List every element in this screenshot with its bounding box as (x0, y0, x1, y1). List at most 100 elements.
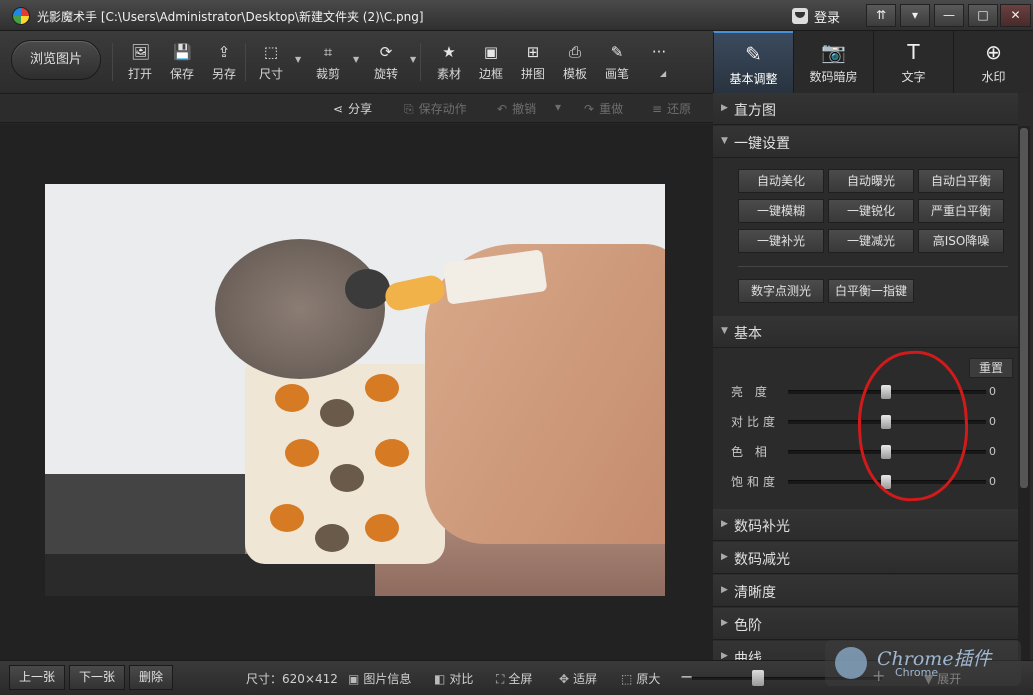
chevron-down-icon[interactable]: ▼ (295, 55, 301, 64)
fullscreen-label: 全屏 (508, 672, 533, 686)
chevron-down-icon[interactable]: ▼ (353, 55, 359, 64)
one-click-button[interactable]: 一键减光 (828, 229, 914, 253)
material-icon: ★ (442, 43, 456, 61)
section-one-click[interactable]: ▼ 一键设置 (713, 126, 1018, 158)
redo-button[interactable]: ↷ 重做 (584, 100, 623, 117)
tab-label: 水印 (981, 70, 1006, 84)
tool-brush-button[interactable]: ✎ 画笔 (597, 43, 637, 85)
compare-button[interactable]: ◧ 对比 (434, 670, 473, 687)
one-click-button[interactable]: 严重白平衡 (918, 199, 1004, 223)
tool-label: 拼图 (520, 67, 545, 81)
section-title: 数码补光 (734, 519, 790, 535)
chevron-down-icon[interactable]: ▼ (410, 55, 416, 64)
section-collapsed[interactable]: ▶ 色阶 (713, 608, 1018, 640)
tool-label: 保存 (169, 67, 194, 81)
section-collapsed[interactable]: ▶ 数码补光 (713, 509, 1018, 541)
save-as-icon: ⇪ (217, 43, 231, 61)
close-button[interactable]: ✕ (1000, 4, 1031, 27)
one-click-button[interactable]: 一键补光 (738, 229, 824, 253)
tab-text[interactable]: T 文字 (873, 31, 953, 93)
template-icon: ⎙ (568, 43, 581, 61)
toolbar-divider (245, 43, 246, 81)
tool-open-image-button[interactable]: 🖼 打开 (120, 43, 160, 85)
tool-resize-button[interactable]: ⬚ 尺寸 (251, 43, 291, 85)
minimize-button[interactable]: — (934, 4, 964, 27)
one-click-button[interactable]: 自动美化 (738, 169, 824, 193)
delete-button[interactable]: 删除 (129, 665, 174, 690)
save-action-button[interactable]: ⎘ 保存动作 (404, 100, 467, 117)
image-size-label: 尺寸：620×412 (246, 672, 338, 686)
slider-label: 饱和度 (731, 475, 780, 489)
tool-template-button[interactable]: ⎙ 模板 (555, 43, 595, 85)
chevron-right-icon: ▶ (721, 651, 728, 660)
reset-button[interactable]: 重置 (969, 358, 1013, 378)
section-collapsed[interactable]: ▶ 清晰度 (713, 575, 1018, 607)
zoom-slider-thumb[interactable] (752, 670, 764, 686)
next-image-button[interactable]: 下一张 (69, 665, 126, 690)
watermark-icon: ⊕ (985, 40, 1002, 64)
chevron-down-icon: ▼ (721, 326, 728, 336)
original-size-button[interactable]: ⬚ 原大 (621, 670, 660, 687)
tab-watermark[interactable]: ⊕ 水印 (953, 31, 1033, 93)
tool-more-button[interactable]: ··· (639, 43, 679, 85)
image-info-label: 图片信息 (363, 672, 412, 686)
tab-basic-adjust[interactable]: ✎ 基本调整 (713, 31, 793, 93)
one-click-button[interactable]: 一键模糊 (738, 199, 824, 223)
fit-screen-button[interactable]: ✥ 适屏 (559, 670, 597, 687)
chevron-right-icon: ▶ (721, 618, 728, 628)
tool-collage-button[interactable]: ⊞ 拼图 (513, 43, 553, 85)
compare-icon: ◧ (434, 672, 446, 686)
photo-mug-spot (285, 439, 319, 467)
tab-darkroom[interactable]: 📷 数码暗房 (793, 31, 873, 93)
image-info-button[interactable]: ▣ 图片信息 (348, 670, 411, 687)
photo-mug-spot (365, 374, 399, 402)
restore-button[interactable]: ≡ 还原 (652, 100, 691, 117)
skin-button[interactable]: ⇈ (866, 4, 896, 27)
text-icon: T (907, 40, 920, 64)
chevron-right-icon: ▶ (721, 552, 728, 562)
open-image-icon: 🖼 (131, 43, 151, 61)
photo-mug-spot (315, 524, 349, 552)
section-basic[interactable]: ▼ 基本 (713, 316, 1018, 348)
tab-label: 数码暗房 (809, 70, 858, 84)
section-collapsed[interactable]: ▶ 数码减光 (713, 542, 1018, 574)
photo-mug-spot (365, 514, 399, 542)
undo-button[interactable]: ↶ 撤销 (497, 100, 536, 117)
menu-button[interactable]: ▾ (900, 4, 930, 27)
tool-rotate-button[interactable]: ⟳ 旋转 (366, 43, 406, 85)
chevron-right-icon: ▶ (721, 519, 728, 529)
section-histogram[interactable]: ▶ 直方图 (713, 93, 1018, 125)
fullscreen-button[interactable]: ⛶ 全屏 (496, 670, 532, 687)
maximize-button[interactable]: □ (968, 4, 998, 27)
share-button[interactable]: ⋖ 分享 (333, 100, 372, 117)
chevron-down-icon[interactable]: ◢ (660, 69, 666, 78)
frame-icon: ▣ (483, 43, 499, 61)
previous-image-button[interactable]: 上一张 (9, 665, 66, 690)
login-button[interactable]: 登录 (792, 6, 840, 26)
one-click-extra-button[interactable]: 数字点测光 (738, 279, 824, 303)
share-label: 分享 (348, 102, 373, 116)
chevron-down-icon: ▼ (721, 136, 728, 146)
image-canvas[interactable] (0, 124, 713, 660)
tool-save-as-button[interactable]: ⇪ 另存 (204, 43, 244, 85)
chevron-right-icon: ▶ (721, 585, 728, 595)
tool-frame-button[interactable]: ▣ 边框 (471, 43, 511, 85)
undo-dropdown[interactable]: ▾ (555, 100, 561, 114)
one-click-button[interactable]: 高ISO降噪 (918, 229, 1004, 253)
one-click-extra-button[interactable]: 白平衡一指键 (828, 279, 914, 303)
one-click-button[interactable]: 自动曝光 (828, 169, 914, 193)
tool-material-button[interactable]: ★ 素材 (429, 43, 469, 85)
browse-images-button[interactable]: 浏览图片 (11, 40, 101, 80)
tool-label: 画笔 (604, 67, 629, 81)
darkroom-icon: 📷 (821, 40, 846, 64)
tool-crop-button[interactable]: ⌗ 裁剪 (308, 43, 348, 85)
tool-save-button[interactable]: 💾 保存 (162, 43, 202, 85)
save-icon: 💾 (173, 43, 192, 61)
one-click-button[interactable]: 一键锐化 (828, 199, 914, 223)
user-icon (792, 8, 808, 24)
panel-scroll-thumb[interactable] (1020, 128, 1028, 488)
adjust-panel: ▶ 直方图 ▼ 一键设置 自动美化 自动曝光 自动白平衡 一键模糊 一键锐化 严重白平衡一… (713, 93, 1033, 660)
one-click-button[interactable]: 自动白平衡 (918, 169, 1004, 193)
photo-mug-spot (275, 384, 309, 412)
slider-label: 色 相 (731, 445, 771, 459)
